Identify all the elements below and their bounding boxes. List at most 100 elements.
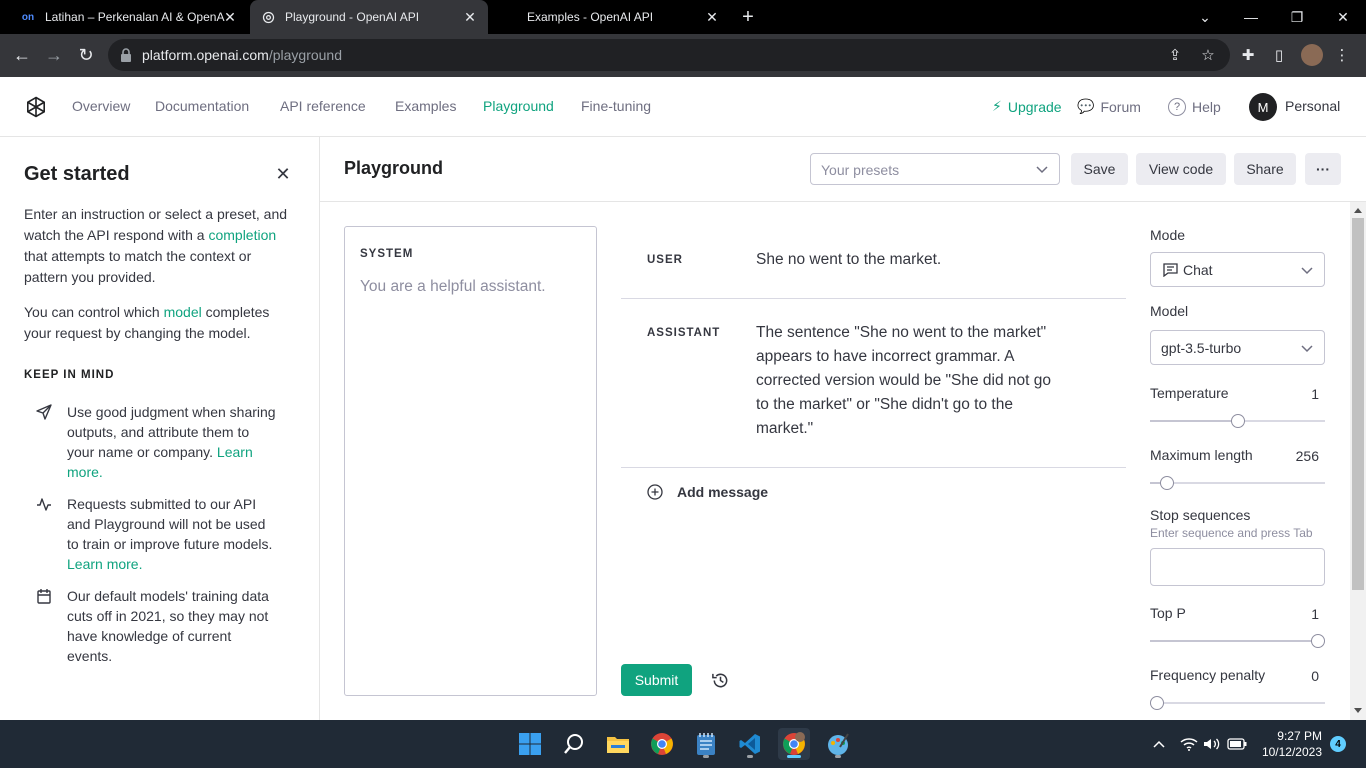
user-role-toggle[interactable]: USER [647,254,683,266]
chrome-profile-icon[interactable] [778,728,810,760]
message-divider [621,298,1126,299]
assistant-role-toggle[interactable]: ASSISTANT [647,327,720,339]
system-message-input[interactable]: SYSTEM You are a helpful assistant. [344,226,597,696]
history-icon[interactable] [711,671,730,690]
system-placeholder: You are a helpful assistant. [360,278,546,295]
completion-link[interactable]: completion [208,227,276,243]
top-p-value[interactable]: 1 [1290,606,1319,622]
tab-search-chevron-icon[interactable]: ⌄ [1182,0,1228,34]
slider-handle[interactable] [1150,696,1164,710]
slider-handle[interactable] [1230,414,1245,428]
learn-more-link[interactable]: Learn more. [67,556,142,572]
slider-handle[interactable] [1159,476,1174,490]
max-length-slider[interactable] [1150,476,1325,490]
account-avatar[interactable]: M [1249,93,1277,121]
file-explorer-icon[interactable] [602,728,634,760]
help-link[interactable]: ? Help [1168,98,1221,116]
close-tab-icon[interactable]: ✕ [462,9,478,25]
scrollbar-thumb[interactable] [1352,218,1364,590]
close-icon[interactable]: ✕ [274,165,292,183]
model-select[interactable]: gpt-3.5-turbo [1150,330,1325,365]
share-page-icon[interactable]: ⇪ [1163,43,1187,67]
slider-fill [1150,640,1318,642]
lock-icon [121,48,131,62]
calendar-icon [37,589,51,604]
nav-examples[interactable]: Examples [395,98,456,114]
minimize-button[interactable]: — [1228,0,1274,34]
temperature-slider[interactable] [1150,414,1325,428]
submit-button[interactable]: Submit [621,664,692,696]
forum-link[interactable]: 💬 Forum [1077,98,1141,115]
frequency-penalty-value[interactable]: 0 [1290,668,1319,684]
bookmark-star-icon[interactable]: ☆ [1196,43,1220,67]
running-indicator [747,755,753,758]
slider-fill [1150,420,1238,422]
presets-dropdown[interactable]: Your presets [810,153,1060,185]
user-message-text[interactable]: She no went to the market. [756,248,1056,272]
chrome-icon[interactable] [646,728,678,760]
close-window-button[interactable]: ✕ [1320,0,1366,34]
nav-fine-tuning[interactable]: Fine-tuning [581,98,651,114]
share-button[interactable]: Share [1234,153,1296,185]
running-indicator [835,755,841,758]
account-name[interactable]: Personal [1285,98,1340,114]
volume-icon[interactable] [1203,720,1221,768]
browser-tab-playground[interactable]: Playground - OpenAI API ✕ [250,0,488,34]
stop-sequences-input[interactable] [1150,548,1325,586]
stop-sequences-label: Stop sequences [1150,507,1251,523]
paint-icon[interactable] [822,728,854,760]
new-tab-button[interactable]: + [725,0,771,34]
scroll-down-arrow-icon[interactable] [1354,708,1362,713]
notification-badge[interactable]: 4 [1330,736,1346,752]
notepad-icon[interactable] [690,728,722,760]
model-link[interactable]: model [164,304,202,320]
message-divider [621,467,1126,468]
view-code-button[interactable]: View code [1136,153,1226,185]
openai-logo-icon[interactable] [24,95,48,119]
browser-tab-latihan[interactable]: on Latihan – Perkenalan AI & OpenAI ✕ [8,0,248,34]
system-clock[interactable]: 9:27 PM 10/12/2023 [1256,728,1322,760]
slider-track [1150,702,1325,704]
mode-select[interactable]: Chat [1150,252,1325,287]
nav-documentation[interactable]: Documentation [155,98,249,114]
chrome-menu-icon[interactable]: ⋮ [1330,43,1354,67]
get-started-panel: Get started ✕ Enter an instruction or se… [0,137,320,720]
slider-handle[interactable] [1311,634,1325,648]
windows-start-icon[interactable] [514,728,546,760]
address-bar[interactable]: platform.openai.com/playground ⇪ ☆ [108,39,1230,71]
max-length-value[interactable]: 256 [1280,448,1319,464]
more-options-button[interactable]: ··· [1305,153,1341,185]
top-p-slider[interactable] [1150,634,1325,648]
nav-overview[interactable]: Overview [72,98,130,114]
vscode-icon[interactable] [734,728,766,760]
upgrade-link[interactable]: ⚡ Upgrade [992,98,1062,115]
search-icon[interactable] [558,728,590,760]
nav-playground[interactable]: Playground [483,98,554,114]
save-button[interactable]: Save [1071,153,1128,185]
reload-icon[interactable]: ↻ [72,41,100,69]
browser-tab-examples[interactable]: Examples - OpenAI API ✕ [490,0,730,34]
close-tab-icon[interactable]: ✕ [704,9,720,25]
nav-api-reference[interactable]: API reference [280,98,366,114]
mode-label: Mode [1150,227,1186,243]
model-label: Model [1150,303,1189,319]
close-tab-icon[interactable]: ✕ [222,9,238,25]
assistant-message-text[interactable]: The sentence "She no went to the market"… [756,321,1056,441]
battery-icon[interactable] [1227,720,1247,768]
frequency-penalty-slider[interactable] [1150,696,1325,710]
temperature-value[interactable]: 1 [1290,386,1319,402]
chevron-down-icon [1301,267,1313,275]
show-hidden-icons-chevron-icon[interactable] [1152,720,1166,768]
add-message-button[interactable]: Add message [647,484,768,500]
temperature-label: Temperature [1150,385,1229,401]
extensions-puzzle-icon[interactable]: ✚ [1236,43,1260,67]
wifi-icon[interactable] [1180,720,1198,768]
forward-icon[interactable]: → [40,41,68,69]
activity-icon [37,498,51,511]
scroll-up-arrow-icon[interactable] [1354,208,1362,213]
profile-avatar-icon[interactable] [1300,43,1324,67]
back-icon[interactable]: ← [8,41,36,69]
restore-button[interactable]: ❐ [1274,0,1320,34]
settings-scrollbar[interactable] [1350,202,1366,720]
side-panel-icon[interactable]: ▯ [1267,43,1291,67]
